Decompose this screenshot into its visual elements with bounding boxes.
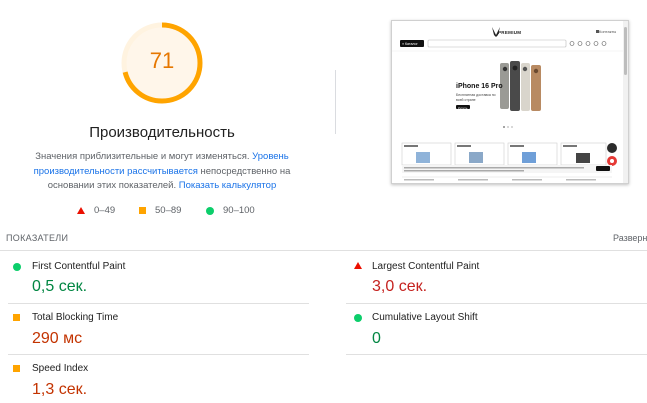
- screenshot-catalog: ≡ Каталог: [402, 41, 418, 46]
- good-circle-icon: [13, 263, 21, 271]
- metrics-top-divider: [0, 250, 647, 251]
- performance-score: 71: [149, 48, 175, 73]
- metric-lcp-value: 3,0 сек.: [372, 278, 428, 295]
- screenshot-hero-button: Купить: [458, 105, 468, 110]
- poor-triangle-icon: [77, 207, 85, 214]
- good-circle-icon: [354, 314, 362, 322]
- vertical-divider: [335, 70, 336, 134]
- poor-triangle-icon: [354, 262, 362, 269]
- show-calculator-link[interactable]: Показать калькулятор: [179, 180, 276, 191]
- metric-si-name: Speed Index: [32, 363, 89, 374]
- screenshot-image: [392, 21, 628, 183]
- legend-poor: 0–49: [77, 205, 115, 216]
- row-divider: [8, 303, 309, 304]
- metrics-section-label: ПОКАЗАТЕЛИ: [6, 233, 69, 243]
- good-circle-icon: [206, 206, 214, 215]
- metric-lcp-name: Largest Contentful Paint: [372, 261, 480, 272]
- metric-fcp-name: First Contentful Paint: [32, 261, 126, 272]
- performance-title: Производительность: [89, 124, 235, 141]
- screenshot-brand: PREMIUM: [498, 30, 522, 35]
- screenshot-hero-title: iPhone 16 Pro: [456, 83, 503, 90]
- row-divider: [8, 354, 309, 355]
- row-divider: [346, 354, 647, 355]
- page-screenshot[interactable]: PREMIUM Контакты ≡ Каталог iPhone 16 Pro…: [391, 20, 629, 184]
- average-square-icon: [13, 314, 20, 321]
- legend-good: 90–100: [206, 205, 255, 216]
- metric-tbt-value: 290 мс: [32, 330, 83, 347]
- legend-average: 50–89: [139, 205, 181, 216]
- metric-cls-value: 0: [372, 330, 381, 347]
- performance-description: Значения приблизительные и могут изменят…: [33, 151, 291, 191]
- screenshot-hero-sub: Бесплатная доставка по всей стране: [456, 93, 496, 102]
- average-square-icon: [139, 207, 146, 214]
- metric-fcp-value: 0,5 сек.: [32, 278, 88, 295]
- row-divider: [346, 303, 647, 304]
- metric-tbt-name: Total Blocking Time: [32, 312, 119, 323]
- screenshot-phone: Контакты: [599, 29, 617, 34]
- screenshot-scroll-thumb: [624, 27, 627, 75]
- average-square-icon: [13, 365, 20, 372]
- metric-cls-name: Cumulative Layout Shift: [372, 312, 478, 323]
- metric-si-value: 1,3 сек.: [32, 381, 88, 398]
- expand-view-toggle[interactable]: Разверн: [613, 233, 647, 243]
